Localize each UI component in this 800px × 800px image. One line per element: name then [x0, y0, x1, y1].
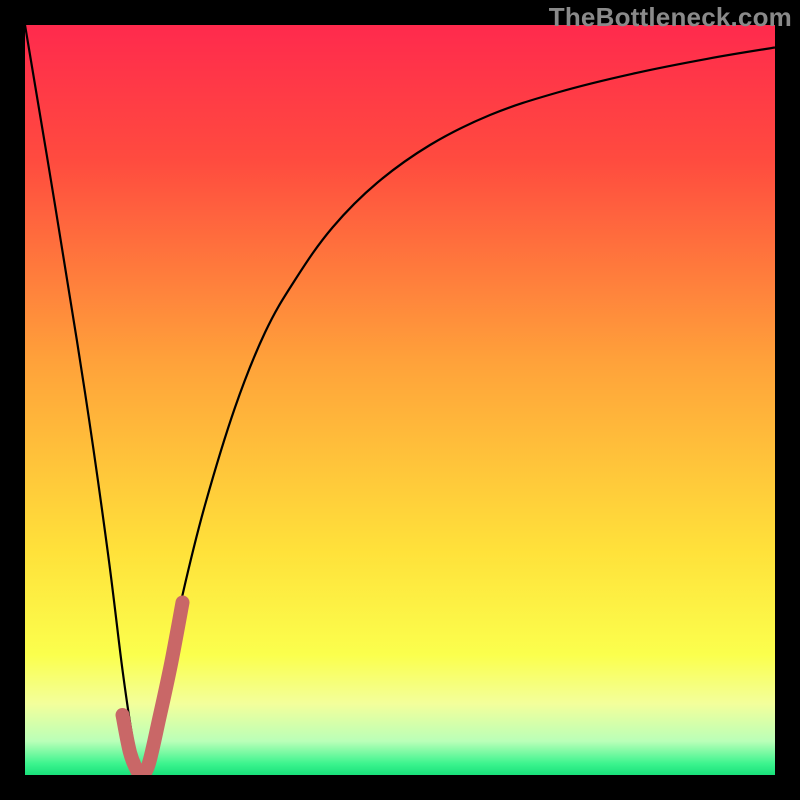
- chart-canvas: [25, 25, 775, 775]
- watermark-text: TheBottleneck.com: [549, 2, 792, 33]
- outer-frame: TheBottleneck.com: [0, 0, 800, 800]
- gradient-background: [25, 25, 775, 775]
- plot-area: [25, 25, 775, 775]
